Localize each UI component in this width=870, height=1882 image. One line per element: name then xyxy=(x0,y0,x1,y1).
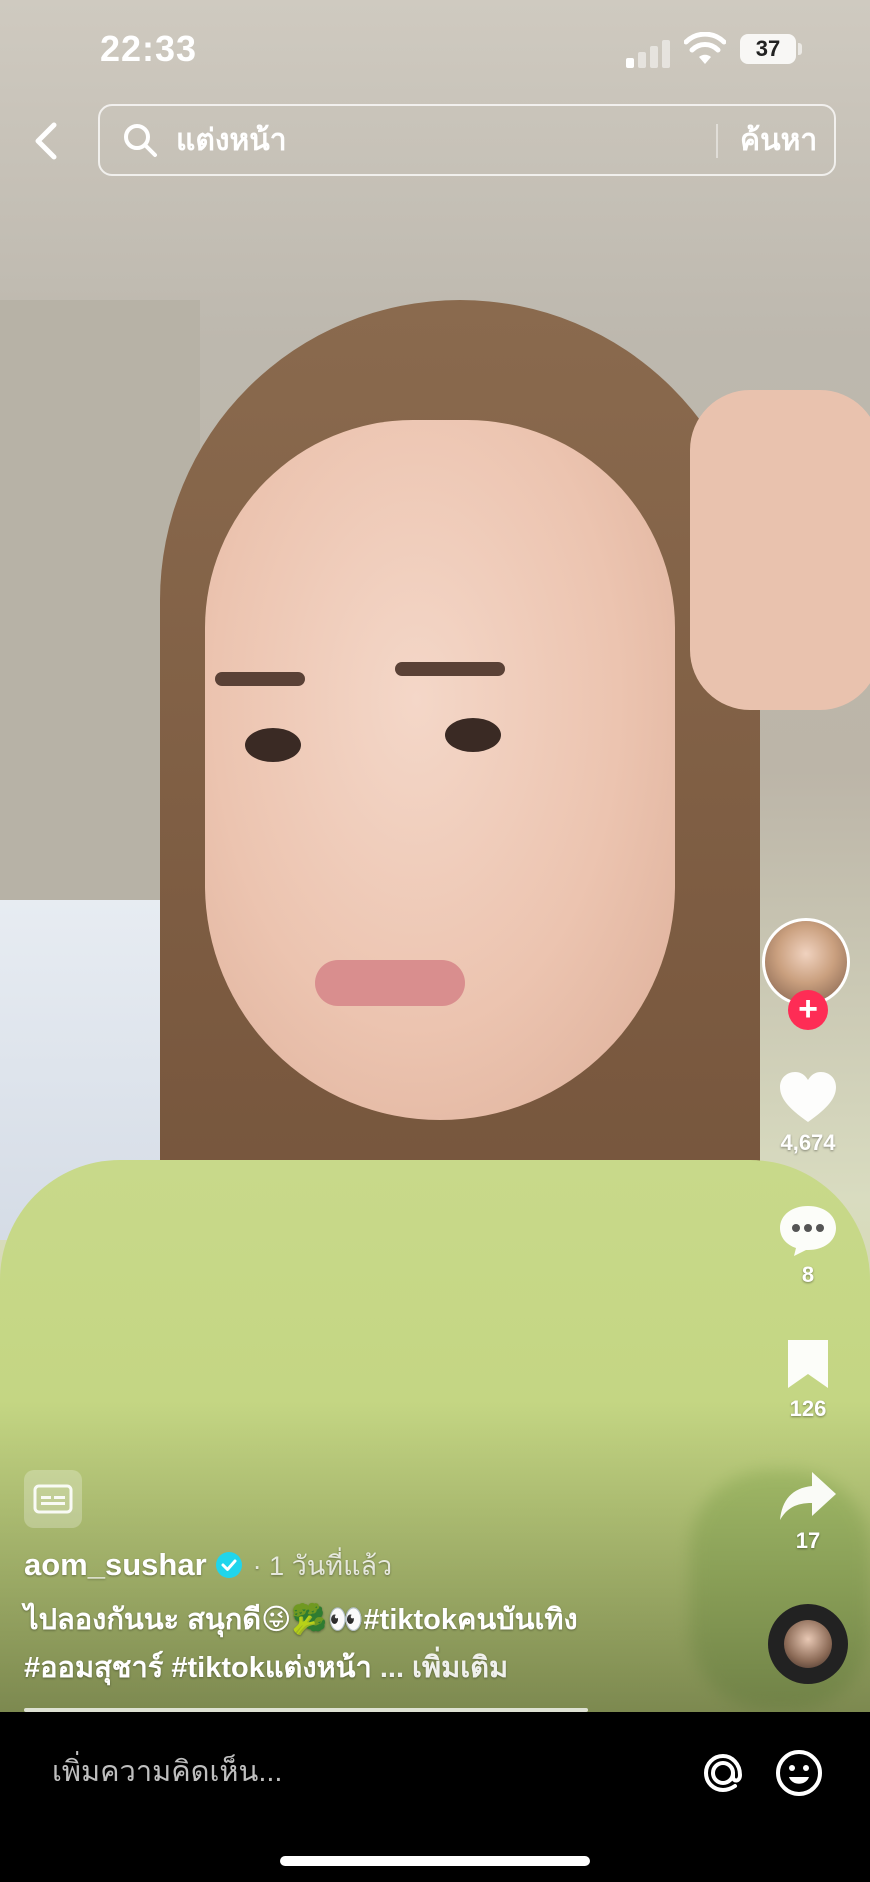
subject-brow-right xyxy=(395,662,505,676)
comment-bar: เพิ่มความคิดเห็น... xyxy=(0,1712,870,1882)
heart-icon xyxy=(780,1072,836,1122)
see-more-link[interactable]: ... เพิ่มเติม xyxy=(380,1652,508,1684)
like-button[interactable]: 4,674 xyxy=(766,1070,850,1156)
comment-button[interactable]: 8 xyxy=(766,1202,850,1288)
bookmark-icon xyxy=(788,1340,828,1388)
captions-button[interactable] xyxy=(24,1470,82,1528)
comment-input[interactable]: เพิ่มความคิดเห็น... xyxy=(52,1752,283,1792)
battery-tip xyxy=(798,43,802,55)
share-button[interactable]: 17 xyxy=(766,1468,850,1554)
video-player[interactable] xyxy=(0,0,870,1712)
comment-icon xyxy=(780,1206,836,1256)
at-icon[interactable] xyxy=(696,1746,750,1800)
author-row: aom_sushar · 1 วันที่แล้ว xyxy=(24,1544,392,1586)
emoji-icon[interactable] xyxy=(772,1746,826,1800)
subject-face xyxy=(205,420,675,1120)
share-icon xyxy=(780,1472,836,1520)
search-button[interactable]: ค้นหา xyxy=(740,122,817,160)
screen: { "status_bar": { "time": "22:33", "batt… xyxy=(0,0,870,1882)
comment-count: 8 xyxy=(801,1262,815,1287)
back-button[interactable] xyxy=(26,118,66,164)
captions-icon xyxy=(33,1484,73,1514)
search-bar[interactable]: แต่งหน้า ค้นหา xyxy=(98,104,836,176)
save-count: 126 xyxy=(789,1396,827,1421)
follow-button[interactable]: + xyxy=(788,990,828,1030)
chevron-left-icon xyxy=(35,122,57,160)
save-button[interactable]: 126 xyxy=(766,1336,850,1422)
status-bar: 22:33 37 xyxy=(0,0,870,100)
caption-line-2: #ออมสุชาร์ #tiktokแต่งหน้า ... เพิ่มเติม xyxy=(24,1648,508,1688)
subject-lips xyxy=(315,960,465,1006)
search-input[interactable]: แต่งหน้า xyxy=(176,122,287,160)
subject-eye-left xyxy=(245,728,301,762)
author-username[interactable]: aom_sushar xyxy=(24,1547,207,1583)
music-disc-cover xyxy=(784,1620,832,1668)
subject-brow-left xyxy=(215,672,305,686)
caption-line-1: ไปลองกันนะ สนุกดี😜🥦👀#tiktokคนบันเทิง xyxy=(24,1604,578,1636)
wifi-icon xyxy=(684,32,726,64)
cellular-signal-icon xyxy=(626,36,670,68)
caption-hashtags[interactable]: #ออมสุชาร์ #tiktokแต่งหน้า xyxy=(24,1652,372,1684)
like-count: 4,674 xyxy=(780,1130,836,1155)
verified-badge-icon xyxy=(215,1552,242,1578)
subject-eye-right xyxy=(445,718,501,752)
subject-hand xyxy=(690,390,870,710)
music-disc[interactable] xyxy=(768,1604,848,1684)
search-divider xyxy=(716,124,718,158)
search-icon xyxy=(124,124,157,157)
home-indicator xyxy=(280,1856,590,1866)
battery-indicator: 37 xyxy=(740,34,796,64)
post-time: · 1 วันที่แล้ว xyxy=(252,1550,393,1581)
share-count: 17 xyxy=(795,1528,821,1553)
status-time: 22:33 xyxy=(100,28,198,69)
